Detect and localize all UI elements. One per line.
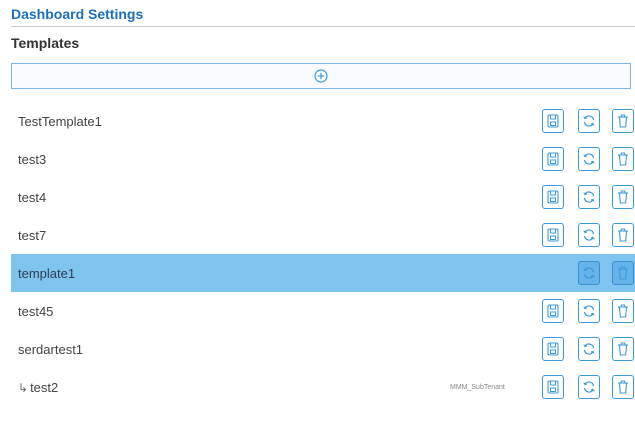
refresh-icon — [582, 228, 596, 242]
template-row[interactable]: template1 — [11, 254, 635, 292]
delete-template-button[interactable] — [612, 185, 634, 209]
template-row[interactable]: TestTemplate1 — [11, 102, 635, 140]
template-name: TestTemplate1 — [18, 114, 102, 129]
template-name-text: TestTemplate1 — [18, 113, 102, 129]
template-name: test3 — [18, 152, 46, 167]
refresh-template-button[interactable] — [578, 375, 600, 399]
template-row[interactable]: test3 — [11, 140, 635, 178]
save-icon — [547, 228, 559, 242]
refresh-template-button[interactable] — [578, 261, 600, 285]
refresh-icon — [582, 266, 596, 280]
trash-icon — [617, 342, 629, 356]
delete-template-button[interactable] — [612, 299, 634, 323]
template-row[interactable]: ↳ test2 MMM_SubTenant — [11, 368, 635, 406]
plus-circle-icon — [314, 69, 328, 83]
template-name: test7 — [18, 228, 46, 243]
template-name-text: test4 — [18, 189, 47, 205]
save-template-button[interactable] — [542, 185, 564, 209]
save-template-button[interactable] — [542, 375, 564, 399]
save-icon — [547, 190, 559, 204]
delete-template-button[interactable] — [612, 261, 634, 285]
add-template-button[interactable] — [11, 63, 631, 89]
trash-icon — [617, 266, 629, 280]
save-template-button[interactable] — [542, 299, 564, 323]
trash-icon — [617, 380, 629, 394]
refresh-icon — [582, 380, 596, 394]
save-template-button[interactable] — [542, 223, 564, 247]
section-title: Templates — [11, 35, 80, 51]
refresh-template-button[interactable] — [578, 337, 600, 361]
delete-template-button[interactable] — [612, 337, 634, 361]
page-title: Dashboard Settings — [11, 6, 144, 22]
refresh-icon — [582, 152, 596, 166]
template-name: test4 — [18, 190, 46, 205]
template-name-text: test45 — [18, 303, 54, 319]
template-name-text: test3 — [18, 151, 47, 167]
trash-icon — [617, 304, 629, 318]
refresh-template-button[interactable] — [578, 147, 600, 171]
template-row[interactable]: test4 — [11, 178, 635, 216]
refresh-icon — [582, 190, 596, 204]
template-row[interactable]: serdartest1 — [11, 330, 635, 368]
template-row[interactable]: test7 — [11, 216, 635, 254]
save-icon — [547, 380, 559, 394]
refresh-template-button[interactable] — [578, 185, 600, 209]
delete-template-button[interactable] — [612, 147, 634, 171]
save-template-button[interactable] — [542, 337, 564, 361]
template-name-text: serdartest1 — [18, 341, 84, 357]
trash-icon — [617, 152, 629, 166]
refresh-icon — [582, 114, 596, 128]
template-name-text: template1 — [18, 265, 76, 281]
template-name-text: test7 — [18, 227, 47, 243]
template-name: template1 — [18, 266, 75, 281]
refresh-template-button[interactable] — [578, 223, 600, 247]
child-indent-arrow-icon: ↳ — [18, 380, 29, 395]
title-divider — [11, 26, 635, 27]
refresh-template-button[interactable] — [578, 299, 600, 323]
trash-icon — [617, 228, 629, 242]
delete-template-button[interactable] — [612, 223, 634, 247]
save-icon — [547, 152, 559, 166]
trash-icon — [617, 114, 629, 128]
save-icon — [547, 342, 559, 356]
template-row[interactable]: test45 — [11, 292, 635, 330]
refresh-icon — [582, 304, 596, 318]
delete-template-button[interactable] — [612, 375, 634, 399]
template-name: ↳ test2 — [18, 380, 58, 395]
template-name-text: test2 — [30, 379, 59, 395]
refresh-icon — [582, 342, 596, 356]
save-template-button[interactable] — [542, 147, 564, 171]
trash-icon — [617, 190, 629, 204]
template-name: test45 — [18, 304, 53, 319]
tenant-label: MMM_SubTenant — [450, 383, 505, 391]
refresh-template-button[interactable] — [578, 109, 600, 133]
save-icon — [547, 114, 559, 128]
save-template-button[interactable] — [542, 109, 564, 133]
template-name: serdartest1 — [18, 342, 83, 357]
save-icon — [547, 304, 559, 318]
delete-template-button[interactable] — [612, 109, 634, 133]
